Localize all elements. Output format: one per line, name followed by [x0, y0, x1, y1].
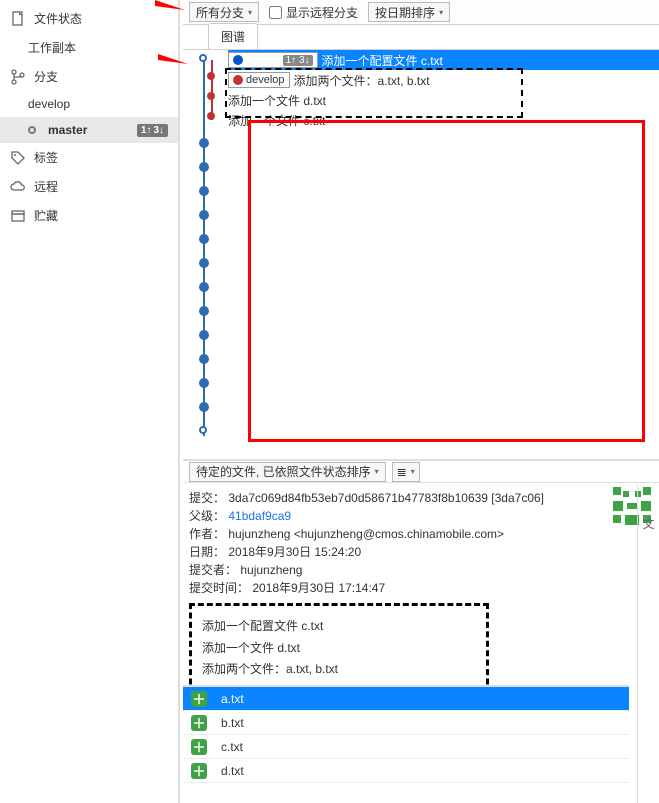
file-row[interactable]: ＋ c.txt	[183, 735, 629, 759]
branch-filter-dropdown[interactable]: 所有分支 ▾	[189, 2, 259, 22]
commit-graph[interactable]: master 1↑ 3↓ 添加一个配置文件 c.txt develop 添加两个…	[183, 50, 659, 450]
commit-message: 添加一个配置文件 c.txt	[322, 52, 443, 69]
sidebar-working-copy[interactable]: 工作副本	[0, 33, 178, 62]
commit-row[interactable]: 添加一个文件 d.txt	[228, 90, 659, 110]
file-row[interactable]: ＋ b.txt	[183, 711, 629, 735]
chevron-down-icon: ▾	[411, 467, 415, 476]
commit-row[interactable]: develop 添加两个文件：a.txt, b.txt	[228, 70, 659, 90]
commit-message-box: 添加一个配置文件 c.txt 添加一个文件 d.txt 添加两个文件：a.txt…	[189, 603, 489, 694]
commit-message: 添加一个文件 c.txt	[228, 112, 325, 129]
added-file-icon: ＋	[191, 763, 207, 779]
sidebar-file-status[interactable]: 文件状态	[0, 4, 178, 33]
list-icon: ≣	[397, 465, 407, 479]
right-rail: 文	[637, 485, 659, 803]
file-row[interactable]: ＋ d.txt	[183, 759, 629, 783]
commit-committer: hujunzheng	[240, 563, 302, 577]
branch-icon	[10, 69, 26, 85]
commit-row[interactable]: master 1↑ 3↓ 添加一个配置文件 c.txt	[228, 50, 659, 70]
chevron-down-icon: ▾	[248, 8, 252, 17]
added-file-icon: ＋	[191, 691, 207, 707]
branch-dot-icon	[233, 55, 243, 65]
branch-dot-icon	[233, 75, 243, 85]
stash-icon	[10, 208, 26, 224]
commit-row[interactable]: 添加一个文件 c.txt	[228, 110, 659, 130]
file-name: c.txt	[221, 740, 243, 754]
commit-date: 2018年9月30日 15:24:20	[228, 545, 361, 559]
changed-files-list[interactable]: ＋ a.txt ＋ b.txt ＋ c.txt ＋ d.txt	[183, 685, 629, 803]
file-name: b.txt	[221, 716, 244, 730]
tag-icon	[10, 150, 26, 166]
branch-tag-develop: develop	[228, 72, 290, 88]
ahead-behind-badge: 1↑3↓	[137, 124, 168, 137]
commit-details: 提交： 3da7c069d84fb53eb7d0d58671b47783f8b1…	[183, 485, 629, 698]
branch-filter-label: 所有分支	[196, 4, 244, 21]
file-name: a.txt	[221, 692, 244, 706]
sidebar-tags[interactable]: 标签	[0, 143, 178, 172]
parent-commit-link[interactable]: 41bdaf9ca9	[228, 509, 291, 523]
sidebar-branches[interactable]: 分支	[0, 62, 178, 91]
pending-files-dropdown[interactable]: 待定的文件, 已依照文件状态排序 ▾	[189, 462, 386, 482]
commit-hash: 3da7c069d84fb53eb7d0d58671b47783f8b10639…	[228, 491, 544, 505]
commit-author: hujunzheng <hujunzheng@cmos.chinamobile.…	[228, 527, 504, 541]
show-remote-checkbox[interactable]	[269, 6, 282, 19]
file-name: d.txt	[221, 764, 244, 778]
added-file-icon: ＋	[191, 739, 207, 755]
chevron-down-icon: ▾	[375, 467, 379, 476]
rail-char[interactable]: 文	[642, 515, 654, 532]
chevron-down-icon: ▾	[439, 8, 443, 17]
sidebar-branch-develop[interactable]: develop	[0, 91, 178, 117]
show-remote-checkbox-wrap[interactable]: 显示远程分支	[269, 4, 358, 21]
sidebar-remotes[interactable]: 远程	[0, 172, 178, 201]
current-branch-icon	[28, 126, 36, 134]
cloud-icon	[10, 179, 26, 195]
added-file-icon: ＋	[191, 715, 207, 731]
sidebar-branch-master[interactable]: master 1↑3↓	[0, 117, 178, 143]
branch-tag-master: master 1↑ 3↓	[228, 52, 318, 68]
tab-graph[interactable]: 图谱	[208, 23, 258, 49]
view-mode-dropdown[interactable]: ≣ ▾	[392, 462, 420, 482]
graph-gutter	[183, 50, 223, 450]
sidebar-stashes[interactable]: 贮藏	[0, 201, 178, 230]
sort-label: 按日期排序	[375, 4, 435, 21]
file-row[interactable]: ＋ a.txt	[183, 687, 629, 711]
commit-message: 添加两个文件：a.txt, b.txt	[294, 72, 430, 89]
commit-time: 2018年9月30日 17:14:47	[252, 581, 385, 595]
show-remote-label: 显示远程分支	[286, 4, 358, 21]
sort-dropdown[interactable]: 按日期排序 ▾	[368, 2, 450, 22]
document-icon	[10, 11, 26, 27]
commit-message: 添加一个文件 d.txt	[228, 92, 326, 109]
